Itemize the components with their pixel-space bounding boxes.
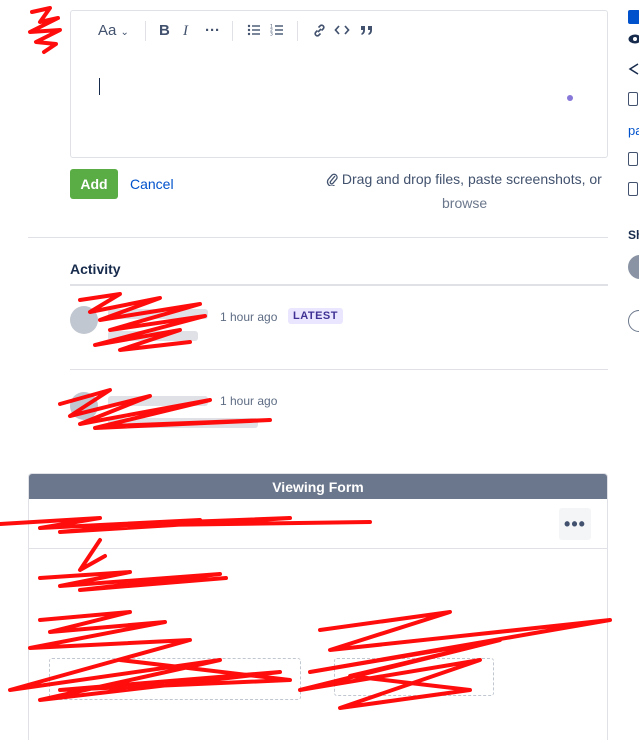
rail-link-pa[interactable]: pa xyxy=(628,123,639,139)
eye-icon[interactable] xyxy=(628,33,639,49)
drag-drop-text: Drag and drop files, paste screenshots, … xyxy=(341,171,602,187)
activity-divider xyxy=(70,284,608,286)
link-icon[interactable] xyxy=(312,23,327,42)
viewing-form-card: Viewing Form ••• xyxy=(28,473,608,740)
issue-type-icon[interactable] xyxy=(628,10,639,24)
bold-button[interactable]: B xyxy=(159,23,170,39)
field-icon[interactable] xyxy=(628,92,638,106)
code-icon[interactable] xyxy=(334,23,350,41)
latest-badge: LATEST xyxy=(288,308,343,324)
activity-time: 1 hour ago xyxy=(220,310,278,324)
user-name xyxy=(108,396,208,406)
grammarly-dot-icon[interactable] xyxy=(567,95,573,101)
field-icon[interactable] xyxy=(628,152,638,166)
scribble xyxy=(78,292,207,352)
section-divider xyxy=(28,237,608,238)
toolbar-divider xyxy=(297,21,298,41)
user-name xyxy=(108,309,208,319)
scribble xyxy=(28,6,62,54)
form-divider xyxy=(29,548,607,549)
more-formatting-button[interactable]: ··· xyxy=(205,23,220,39)
rail-label-sh: Sh xyxy=(628,228,639,242)
text-cursor xyxy=(99,78,100,95)
avatar xyxy=(70,306,98,334)
more-options-button[interactable]: ••• xyxy=(559,508,591,540)
chevron-down-icon: ⌄ xyxy=(120,27,129,38)
form-select-field[interactable] xyxy=(49,658,301,700)
activity-heading: Activity xyxy=(70,261,121,277)
share-icon[interactable] xyxy=(628,62,639,80)
form-header: Viewing Form xyxy=(29,474,607,499)
toolbar-divider xyxy=(145,21,146,41)
activity-time: 1 hour ago xyxy=(220,394,278,408)
avatar[interactable] xyxy=(628,255,639,279)
paperclip-icon xyxy=(326,171,342,187)
svg-text:3: 3 xyxy=(270,32,273,38)
browse-link[interactable]: browse xyxy=(442,195,487,211)
app-icon[interactable] xyxy=(628,310,639,332)
italic-button[interactable]: I xyxy=(183,23,188,39)
cancel-button[interactable]: Cancel xyxy=(130,176,174,192)
toolbar-divider xyxy=(232,21,233,41)
bullet-list-icon[interactable] xyxy=(247,23,261,41)
activity-description xyxy=(108,418,258,428)
numbered-list-icon[interactable]: 123 xyxy=(270,23,284,41)
page: Aa ⌄ B I ··· 123 Add Cancel Drag and dro… xyxy=(0,0,639,740)
activity-divider xyxy=(70,369,608,370)
text-style-button[interactable]: Aa ⌄ xyxy=(98,23,129,41)
comment-editor[interactable]: Aa ⌄ B I ··· 123 xyxy=(70,10,608,158)
editor-toolbar: Aa ⌄ B I ··· 123 xyxy=(71,11,607,51)
add-button[interactable]: Add xyxy=(70,169,118,199)
drag-drop-hint: Drag and drop files, paste screenshots, … xyxy=(326,171,602,187)
form-text-field[interactable] xyxy=(334,658,494,696)
avatar xyxy=(70,392,98,420)
quote-icon[interactable] xyxy=(359,23,375,41)
activity-description xyxy=(108,331,198,341)
field-icon[interactable] xyxy=(628,182,638,196)
right-sidebar: pa Sh xyxy=(625,0,639,740)
text-style-label: Aa xyxy=(98,22,117,39)
